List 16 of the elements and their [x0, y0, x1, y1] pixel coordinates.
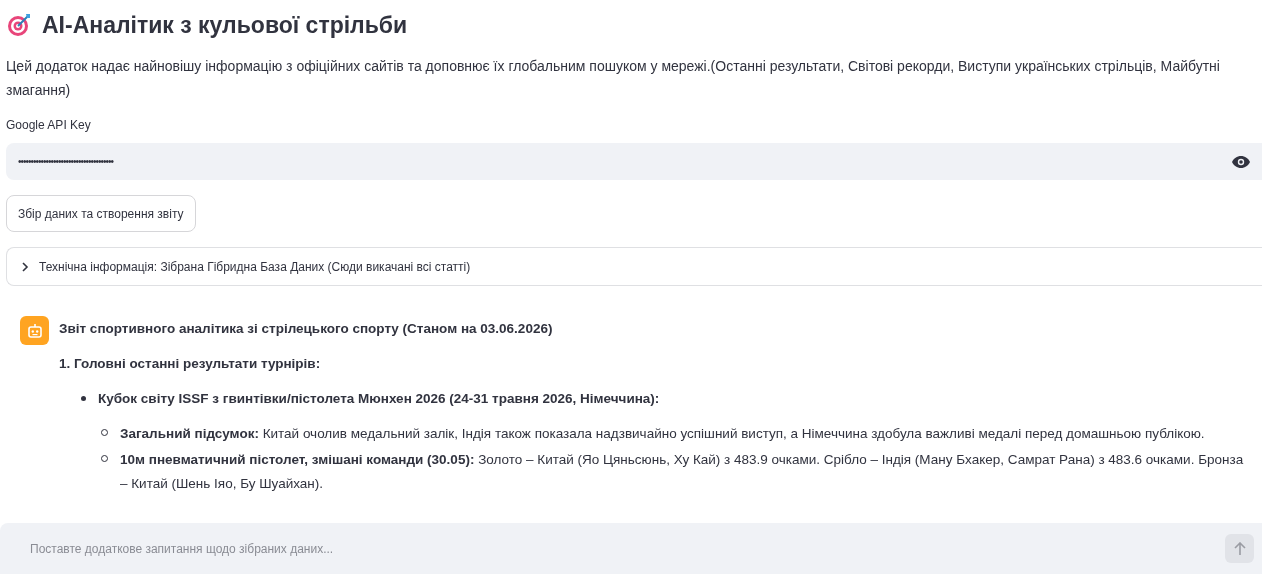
description: Цей додаток надає найновішу інформацію з офіційних сайтів та доповнює їх глобальним пошуком у мережі.(Останні результати, Світові рекорди, Виступи українських стрільців, Майбутні змагання)	[6, 57, 1221, 100]
bullet-icon	[81, 396, 86, 401]
expander-label: Технічна інформація: Зібрана Гібридна База Даних (Сюди викачані всі статті)	[39, 259, 471, 274]
target-icon	[6, 12, 32, 38]
expander[interactable]: Технічна інформація: Зібрана Гібридна База Даних (Сюди викачані всі статті)	[6, 247, 1262, 286]
arrow-up-icon	[1232, 541, 1247, 556]
list-item: Кубок світу ISSF з гвинтівки/пістолета Мюнхен 2026 (24-31 травня 2026, Німеччина):	[98, 391, 660, 406]
eye-icon[interactable]	[1232, 155, 1250, 168]
field-label: Google API Key	[6, 118, 92, 134]
section-heading: 1. Головні останні результати турнірів:	[59, 356, 322, 371]
page-title: AI-Аналітик з кульової стрільби	[42, 11, 408, 39]
list-item: Загальний підсумок: Китай очолив медальний залік, Індія також показала надзвичайно успішний виступ, а Німеччина здобула важливі медалі перед домашньою публікою.	[120, 425, 1205, 443]
robot-icon	[26, 322, 43, 339]
list-item: 10м пневматичний пістолет, змішані команди (30.05): Золото – Китай (Яо Цяньсюнь, Ху Кай) з 483.9 очками. Срібло – Індія (Ману Бхакер, Самрат Рана) з 483.6 очками. Бронза – Китай (Шень Іяо, Бу Шуайхан).	[120, 451, 1245, 493]
report-title: Звіт спортивного аналітика зі стрілецького спорту (Станом на 03.06.2026)	[59, 321, 554, 336]
generate-report-button[interactable]: Збір даних та створення звіту	[6, 195, 196, 232]
